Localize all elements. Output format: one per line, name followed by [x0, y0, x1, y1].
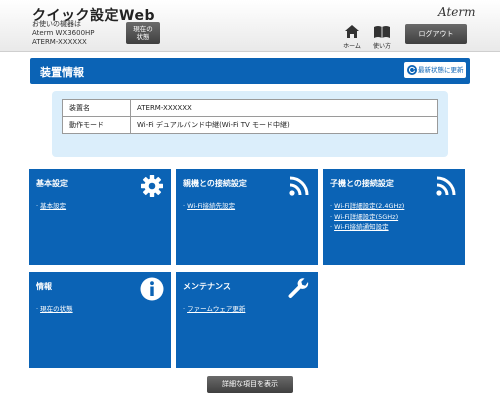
tile-basic-links: 基本設定 — [36, 201, 66, 212]
tile-info-links: 現在の状態 — [36, 304, 73, 315]
tile-parent-links: Wi-Fi接続先設定 — [183, 201, 235, 212]
table-row: 装置名 ATERM-XXXXXX — [62, 99, 438, 117]
device-name: ATERM-XXXXXX — [32, 38, 87, 46]
link-current-status[interactable]: 現在の状態 — [40, 305, 73, 313]
show-detailed-items-button[interactable]: 詳細な項目を表示 — [207, 376, 293, 393]
tile-child-links: Wi-Fi詳細設定(2.4GHz) Wi-Fi詳細設定(5GHz) Wi-Fi接… — [330, 201, 404, 233]
info-icon — [140, 277, 164, 301]
wifi-icon — [289, 176, 309, 196]
tile-basic-title: 基本設定 — [36, 179, 68, 188]
home-icon — [345, 25, 359, 38]
tile-maintenance-links: ファームウェア更新 — [183, 304, 245, 315]
device-info-body: 装置名 ATERM-XXXXXX 動作モード Wi-Fi デュアルバンド中継(W… — [52, 91, 448, 157]
list-item: Wi-Fi詳細設定(5GHz) — [330, 212, 404, 223]
link-basic-settings[interactable]: 基本設定 — [40, 202, 66, 210]
top-header: クイック設定Web お使いの機器は Aterm WX3600HP ATERM-X… — [0, 0, 500, 52]
tile-parent-title: 親機との接続設定 — [183, 179, 247, 188]
device-model: Aterm WX3600HP — [32, 29, 95, 37]
list-item: 基本設定 — [36, 201, 66, 212]
device-label: お使いの機器は — [32, 20, 81, 28]
list-item: Wi-Fi接続通知設定 — [330, 222, 404, 233]
tile-maintenance: メンテナンス ファームウェア更新 — [176, 272, 318, 368]
list-item: Wi-Fi詳細設定(2.4GHz) — [330, 201, 404, 212]
tile-info-title: 情報 — [36, 282, 52, 291]
device-info-header: 装置情報 最新状態に更新 — [30, 58, 470, 84]
tile-child-title: 子機との接続設定 — [330, 179, 394, 188]
device-name-key: 装置名 — [62, 99, 131, 117]
operation-mode-value: Wi-Fi デュアルバンド中継(Wi-Fi TV モード中継) — [130, 116, 438, 134]
wifi-icon — [436, 176, 456, 196]
refresh-button[interactable]: 最新状態に更新 — [404, 62, 466, 78]
list-item: 現在の状態 — [36, 304, 73, 315]
current-status-button[interactable]: 現在の 状態 — [126, 22, 160, 44]
link-firmware-update[interactable]: ファームウェア更新 — [187, 305, 245, 313]
tile-basic-settings: 基本設定 基本設定 — [29, 169, 171, 265]
refresh-label: 最新状態に更新 — [418, 66, 464, 74]
brand-logo: Aterm — [438, 5, 476, 19]
link-wifi-detail-5ghz[interactable]: Wi-Fi詳細設定(5GHz) — [334, 213, 398, 221]
list-item: ファームウェア更新 — [183, 304, 245, 315]
tile-info: 情報 現在の状態 — [29, 272, 171, 368]
link-wifi-connection-notify[interactable]: Wi-Fi接続通知設定 — [334, 223, 389, 231]
link-wifi-connection-target[interactable]: Wi-Fi接続先設定 — [187, 202, 235, 210]
device-info-table: 装置名 ATERM-XXXXXX 動作モード Wi-Fi デュアルバンド中継(W… — [62, 99, 438, 134]
logout-button[interactable]: ログアウト — [405, 24, 467, 44]
help-button[interactable]: 使い方 — [367, 24, 397, 50]
link-wifi-detail-24ghz[interactable]: Wi-Fi詳細設定(2.4GHz) — [334, 202, 404, 210]
device-name-value: ATERM-XXXXXX — [130, 99, 438, 117]
tile-maintenance-title: メンテナンス — [183, 282, 231, 291]
tile-parent-connection: 親機との接続設定 Wi-Fi接続先設定 — [176, 169, 318, 265]
home-label: ホーム — [343, 43, 361, 50]
help-label: 使い方 — [372, 43, 391, 50]
operation-mode-key: 動作モード — [62, 116, 131, 134]
current-status-label-1: 現在の — [133, 25, 153, 33]
gear-icon — [141, 175, 163, 197]
book-icon — [374, 26, 390, 38]
table-row: 動作モード Wi-Fi デュアルバンド中継(Wi-Fi TV モード中継) — [62, 116, 438, 134]
list-item: Wi-Fi接続先設定 — [183, 201, 235, 212]
tile-child-connection: 子機との接続設定 Wi-Fi詳細設定(2.4GHz) Wi-Fi詳細設定(5GH… — [323, 169, 465, 265]
device-info-title: 装置情報 — [40, 66, 84, 79]
refresh-icon — [407, 65, 417, 75]
home-button[interactable]: ホーム — [337, 24, 367, 50]
current-status-label-2: 状態 — [136, 33, 150, 41]
wrench-icon — [288, 278, 309, 298]
